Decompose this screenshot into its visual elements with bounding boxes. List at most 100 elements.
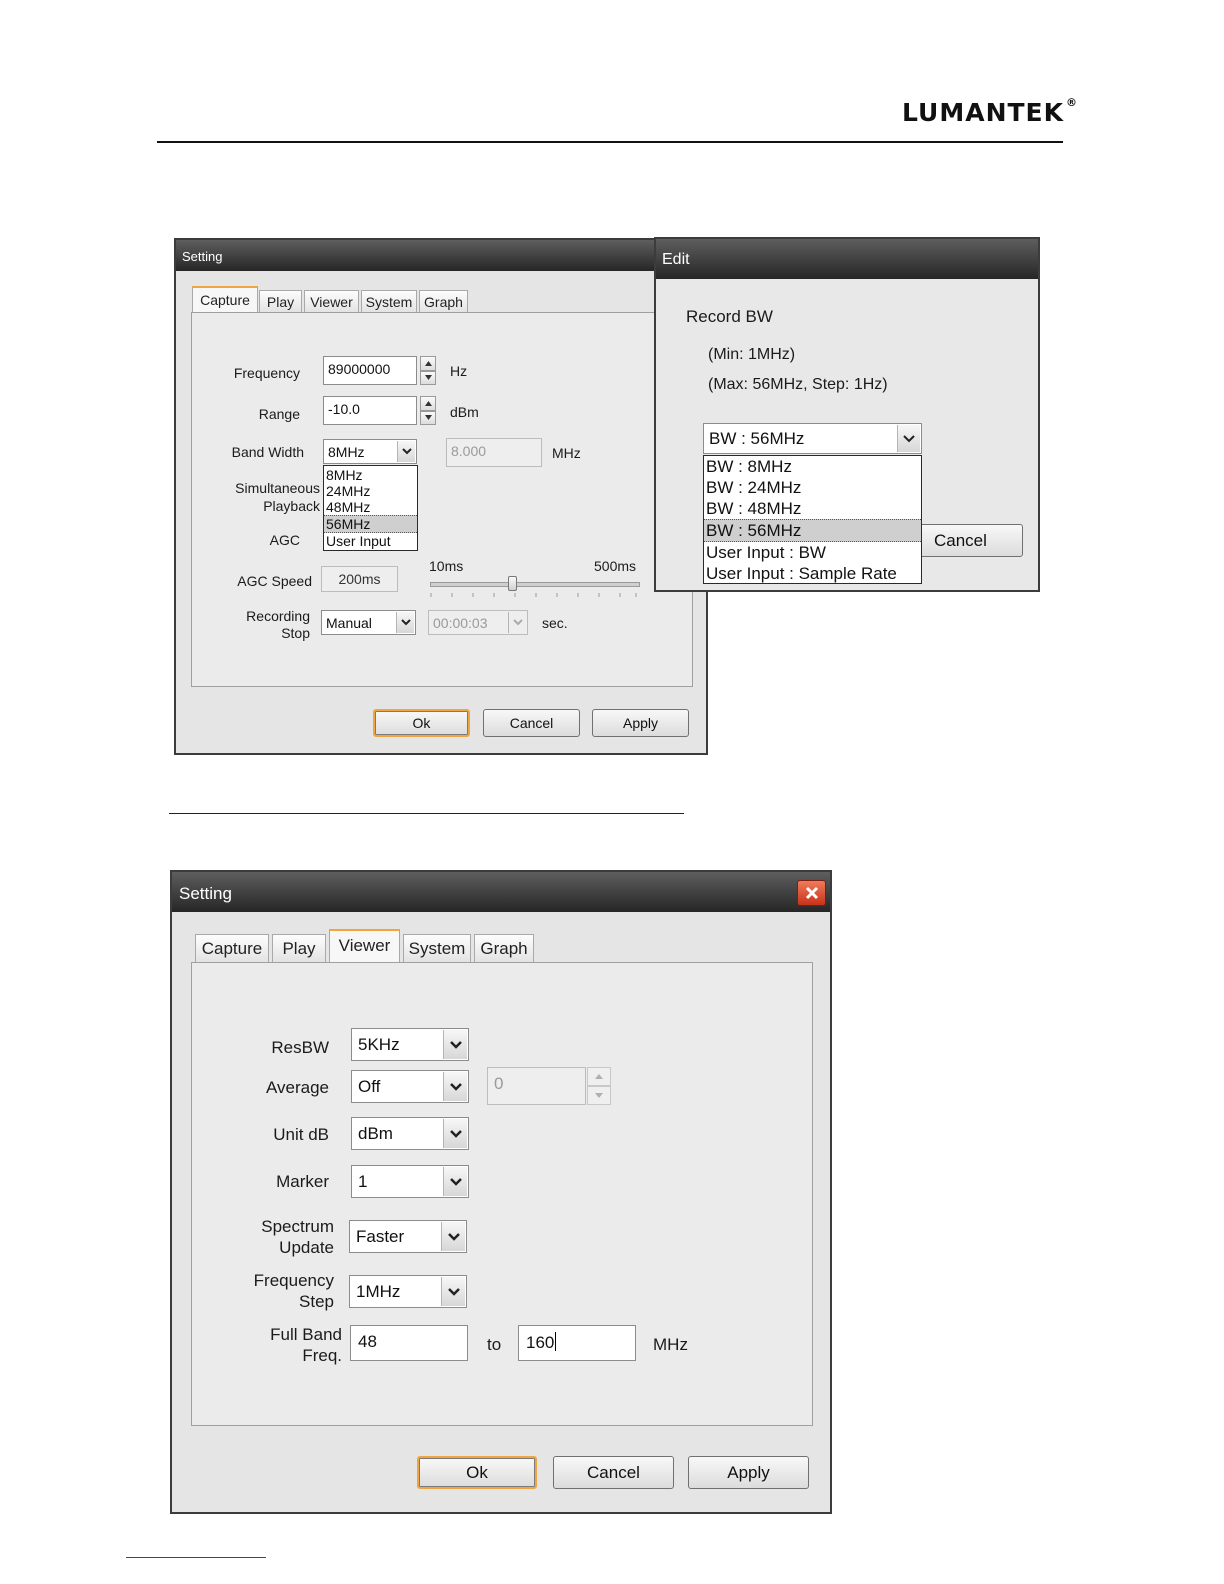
average-count-input: 0 — [487, 1067, 586, 1105]
frequency-step-select[interactable]: 1MHz — [349, 1275, 467, 1308]
chevron-down-icon[interactable] — [397, 441, 415, 462]
slider-thumb[interactable] — [508, 576, 517, 591]
dropdown-option[interactable]: User Input : Sample Rate — [704, 563, 921, 584]
spin-down-icon[interactable] — [420, 410, 436, 425]
full-band-to-input[interactable]: 160 — [518, 1325, 636, 1361]
dropdown-option[interactable]: 8MHz — [324, 467, 417, 483]
tab-capture[interactable]: Capture — [192, 286, 258, 312]
frequency-spinner[interactable] — [420, 356, 436, 385]
tab-viewer[interactable]: Viewer — [304, 290, 359, 312]
ok-button[interactable]: Ok — [373, 709, 470, 737]
chevron-down-icon[interactable] — [443, 1030, 467, 1059]
marker-select[interactable]: 1 — [351, 1165, 469, 1198]
chevron-down-icon[interactable] — [443, 1167, 467, 1196]
footer-link-underline — [126, 1557, 266, 1558]
tab-capture[interactable]: Capture — [195, 934, 269, 962]
bandwidth-label: Band Width — [231, 444, 304, 460]
spin-up-icon[interactable] — [420, 356, 436, 371]
tab-graph[interactable]: Graph — [419, 290, 468, 312]
recording-time-select: 00:00:03 — [428, 610, 528, 635]
spectrum-update-select[interactable]: Faster — [349, 1220, 467, 1253]
full-band-freq-label: Full Band Freq. — [270, 1325, 342, 1365]
cancel-button[interactable]: Cancel — [919, 524, 1023, 557]
dropdown-option-highlighted[interactable]: BW : 56MHz — [704, 519, 921, 542]
frequency-step-label: Frequency Step — [253, 1271, 334, 1311]
unit-db-select[interactable]: dBm — [351, 1117, 469, 1150]
recording-stop-label: Recording Stop — [246, 608, 310, 641]
capture-setting-dialog: Setting Capture Play Viewer System Graph… — [174, 238, 708, 755]
chevron-down-icon[interactable] — [897, 425, 920, 452]
marker-label: Marker — [276, 1172, 329, 1191]
dropdown-option[interactable]: BW : 8MHz — [704, 456, 921, 477]
tab-viewer[interactable]: Viewer — [329, 929, 400, 962]
average-select[interactable]: Off — [351, 1070, 469, 1103]
full-band-from-input[interactable]: 48 — [350, 1325, 468, 1361]
spin-up-icon[interactable] — [420, 396, 436, 411]
dropdown-option[interactable]: 24MHz — [324, 483, 417, 499]
slider-max-label: 500ms — [594, 558, 637, 574]
dropdown-option[interactable]: User Input — [324, 533, 417, 549]
chevron-down-icon[interactable] — [443, 1119, 467, 1148]
average-count-spinner — [587, 1067, 611, 1105]
frequency-input[interactable]: 89000000 — [323, 356, 417, 385]
close-button[interactable] — [797, 880, 826, 906]
bw-select[interactable]: BW : 56MHz — [703, 423, 922, 454]
cancel-button[interactable]: Cancel — [553, 1456, 674, 1489]
cancel-button[interactable]: Cancel — [483, 709, 580, 737]
resbw-select[interactable]: 5KHz — [351, 1028, 469, 1061]
title-bar: Setting — [176, 240, 706, 271]
dropdown-option[interactable]: BW : 48MHz — [704, 498, 921, 519]
chevron-down-icon[interactable] — [396, 612, 414, 633]
tab-graph[interactable]: Graph — [474, 934, 534, 962]
bandwidth-input: 8.000 — [446, 438, 542, 467]
tab-play[interactable]: Play — [272, 934, 326, 962]
bandwidth-unit: MHz — [552, 445, 581, 461]
chevron-down-icon[interactable] — [443, 1072, 467, 1101]
slider-track — [430, 582, 640, 587]
tab-system[interactable]: System — [403, 934, 471, 962]
edit-dialog: Edit Record BW (Min: 1MHz) (Max: 56MHz, … — [654, 237, 1040, 592]
agc-speed-slider[interactable] — [430, 574, 640, 602]
tab-system[interactable]: System — [361, 290, 417, 312]
unit-db-label: Unit dB — [273, 1125, 329, 1144]
title-bar: Edit — [656, 239, 1038, 279]
range-spinner[interactable] — [420, 396, 436, 425]
slider-ticks — [430, 593, 637, 597]
apply-button[interactable]: Apply — [688, 1456, 809, 1489]
full-band-unit: MHz — [653, 1335, 688, 1354]
header-rule — [157, 141, 1063, 143]
spin-up-icon — [587, 1067, 611, 1086]
dropdown-option[interactable]: 48MHz — [324, 499, 417, 515]
range-label: Range — [258, 406, 300, 422]
simultaneous-playback-label: Simultaneous Playback — [235, 480, 320, 514]
average-label: Average — [265, 1078, 329, 1097]
chevron-down-icon[interactable] — [441, 1222, 465, 1251]
agc-label: AGC — [269, 532, 300, 548]
bandwidth-select[interactable]: 8MHz — [323, 439, 417, 464]
close-icon — [805, 886, 818, 900]
dropdown-option[interactable]: User Input : BW — [704, 542, 921, 563]
chevron-down-icon — [508, 612, 526, 633]
dialog-title: Setting — [179, 884, 232, 903]
ok-button[interactable]: Ok — [417, 1456, 537, 1489]
chevron-down-icon[interactable] — [441, 1277, 465, 1306]
agc-speed-value: 200ms — [321, 566, 398, 592]
range-unit: dBm — [450, 404, 479, 420]
spin-down-icon[interactable] — [420, 370, 436, 385]
tab-play[interactable]: Play — [259, 290, 302, 312]
agc-speed-label: AGC Speed — [237, 573, 312, 589]
apply-button[interactable]: Apply — [592, 709, 689, 737]
dropdown-option[interactable]: BW : 24MHz — [704, 477, 921, 498]
recording-stop-select[interactable]: Manual — [321, 610, 416, 635]
frequency-label: Frequency — [233, 365, 300, 381]
full-band-to-label: to — [487, 1335, 502, 1354]
bw-dropdown-list: BW : 8MHz BW : 24MHz BW : 48MHz BW : 56M… — [703, 455, 922, 584]
spectrum-update-label: Spectrum Update — [261, 1217, 334, 1257]
dropdown-option-highlighted[interactable]: 56MHz — [324, 515, 417, 533]
slider-min-label: 10ms — [429, 558, 464, 574]
range-input[interactable]: -10.0 — [323, 396, 417, 425]
text-cursor — [555, 1332, 557, 1351]
viewer-setting-dialog: Setting Capture Play Viewer System Graph… — [170, 870, 832, 1514]
brand-logo: LUMANTEK ® — [902, 96, 1078, 127]
bandwidth-dropdown-list: 8MHz 24MHz 48MHz 56MHz User Input — [323, 465, 418, 551]
